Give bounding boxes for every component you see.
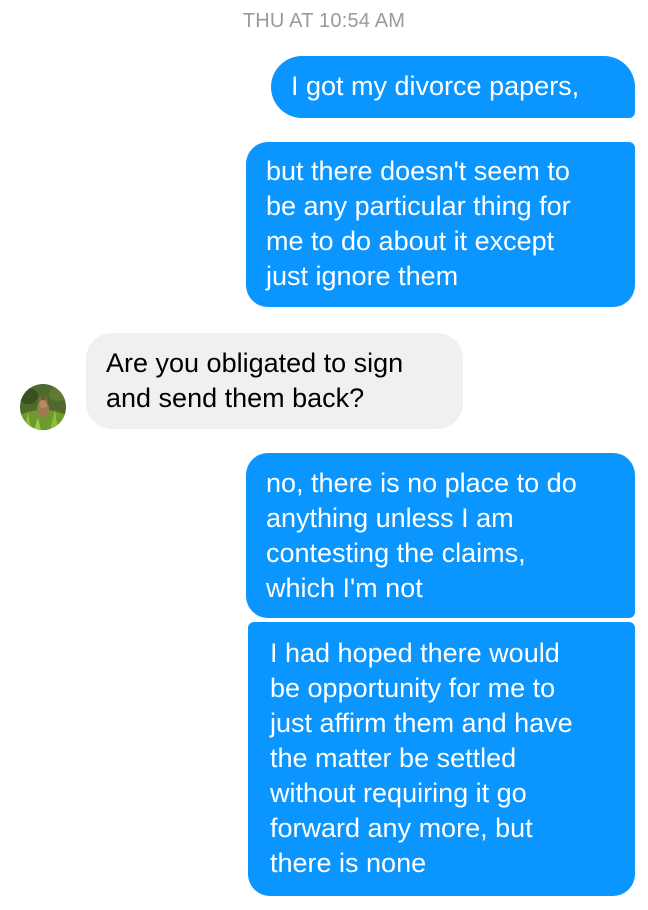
sent-message-bubble[interactable]: I got my divorce papers,	[271, 56, 635, 118]
avatar-icon[interactable]	[20, 384, 66, 430]
received-message-bubble[interactable]: Are you obligated to sign and send them …	[86, 333, 463, 429]
avatar-image	[20, 384, 66, 430]
message-timestamp: THU AT 10:54 AM	[242, 10, 406, 32]
sent-message-bubble[interactable]: I had hoped there would be opportunity f…	[248, 622, 635, 896]
sent-message-bubble[interactable]: no, there is no place to do anything unl…	[246, 453, 635, 618]
sent-message-bubble[interactable]: but there doesn't seem to be any particu…	[246, 142, 635, 307]
